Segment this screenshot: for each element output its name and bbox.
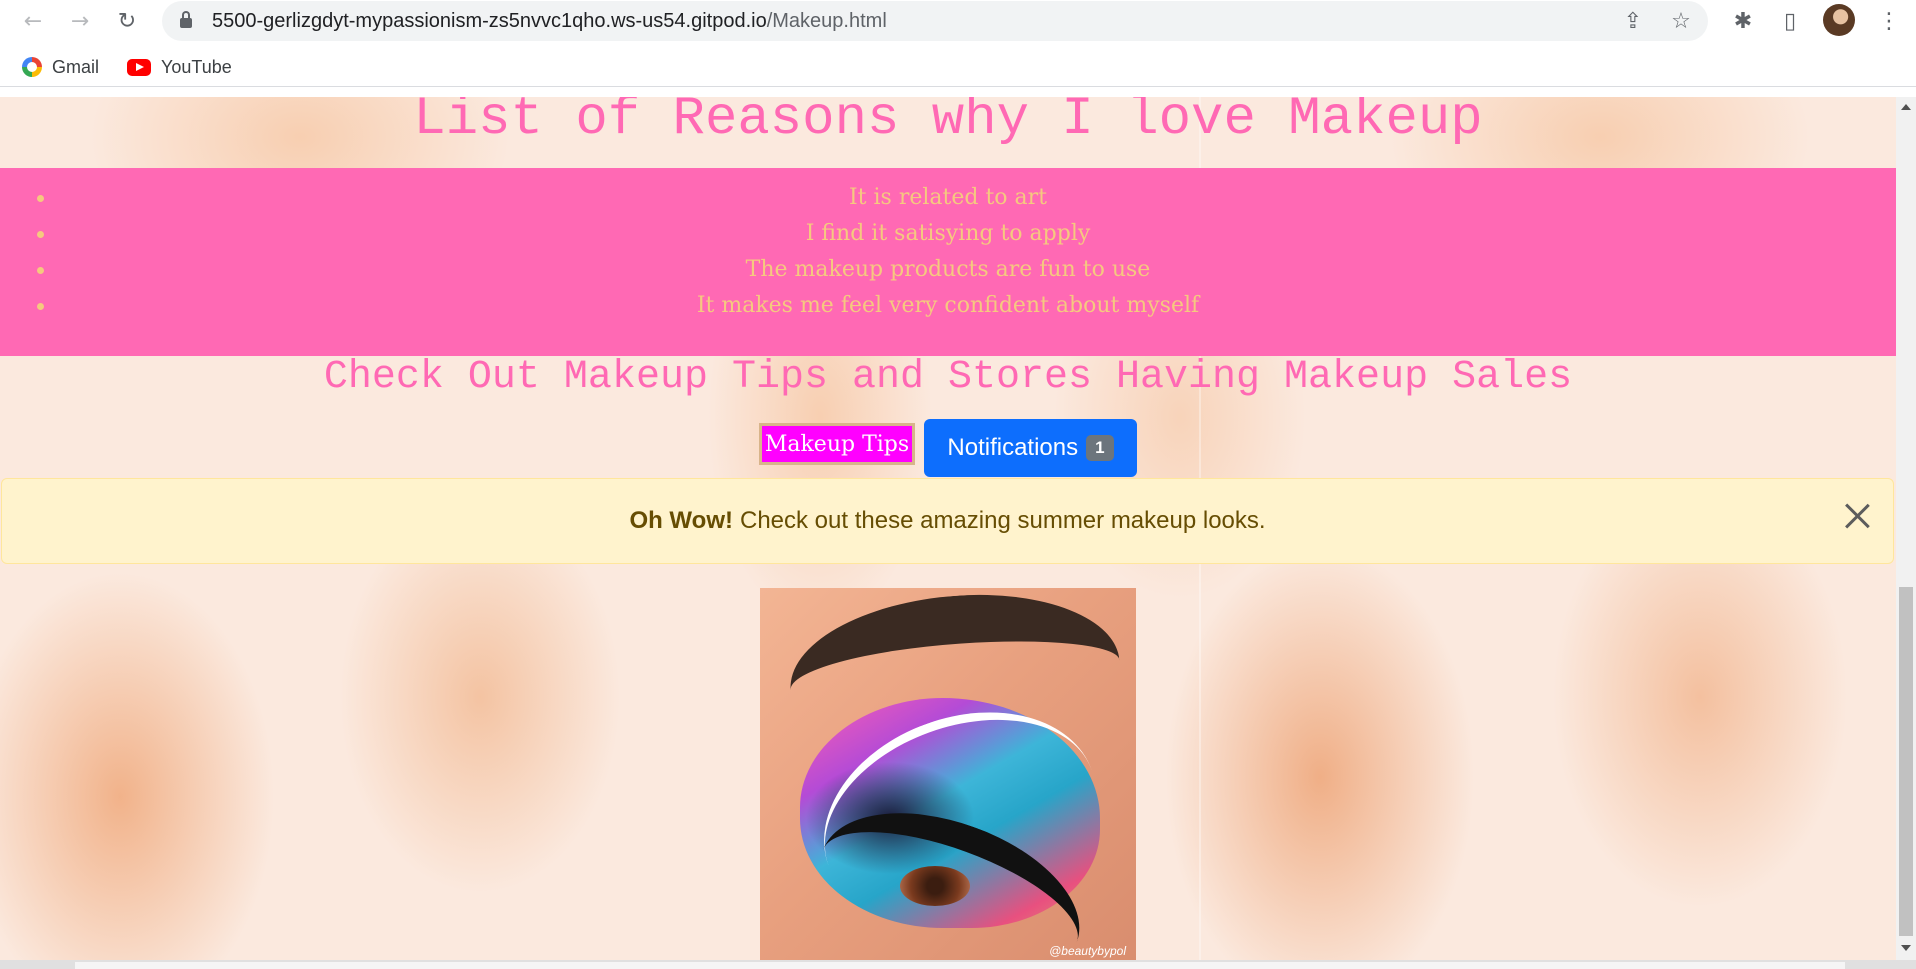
image-credit: @beautybypol xyxy=(1049,944,1126,958)
bookmark-youtube[interactable]: YouTube xyxy=(127,48,232,86)
side-panel-icon[interactable]: ▯ xyxy=(1775,6,1805,36)
notification-count-badge: 1 xyxy=(1086,435,1114,461)
list-item: I find it satisying to apply xyxy=(0,216,1896,252)
section-subtitle: Check Out Makeup Tips and Stores Having … xyxy=(323,355,1573,400)
bookmark-label: YouTube xyxy=(161,56,232,77)
url-path: /Makeup.html xyxy=(766,10,887,32)
reasons-list: It is related to art I find it satisying… xyxy=(0,168,1896,356)
alert-banner: Oh Wow! Check out these amazing summer m… xyxy=(1,478,1894,564)
bullet-icon xyxy=(37,195,44,202)
url-host: 5500-gerlizgdyt-mypassionism-zs5nvvc1qho… xyxy=(212,10,767,32)
list-item-text: The makeup products are fun to use xyxy=(745,257,1151,282)
bullet-icon xyxy=(37,231,44,238)
share-icon[interactable]: ⇪ xyxy=(1618,6,1648,36)
notifications-label: Notifications xyxy=(947,434,1079,461)
bullet-icon xyxy=(37,303,44,310)
youtube-icon xyxy=(127,58,151,76)
list-item-text: It is related to art xyxy=(848,185,1048,210)
menu-icon[interactable]: ⋮ xyxy=(1874,6,1904,36)
notifications-button[interactable]: Notifications 1 xyxy=(924,419,1137,477)
horizontal-scroll-thumb[interactable] xyxy=(75,962,1845,969)
browser-toolbar: ← → ↻ 5500-gerlizgdyt-mypassionism-zs5nv… xyxy=(0,0,1916,42)
page-viewport: List of Reasons why I love Makeup It is … xyxy=(0,97,1896,960)
scroll-up-arrow-icon[interactable] xyxy=(1901,104,1911,110)
google-icon xyxy=(22,57,42,77)
list-item: The makeup products are fun to use xyxy=(0,252,1896,288)
scroll-down-arrow-icon[interactable] xyxy=(1901,945,1911,951)
list-item-text: I find it satisying to apply xyxy=(805,221,1091,246)
forward-icon[interactable]: → xyxy=(65,6,95,36)
lock-icon[interactable] xyxy=(180,11,192,28)
back-icon[interactable]: ← xyxy=(18,6,48,36)
list-item: It is related to art xyxy=(0,180,1896,216)
alert-strong-text: Oh Wow! xyxy=(629,507,733,534)
reload-icon[interactable]: ↻ xyxy=(112,6,142,36)
address-bar[interactable]: 5500-gerlizgdyt-mypassionism-zs5nvvc1qho… xyxy=(162,1,1708,41)
vertical-scroll-thumb[interactable] xyxy=(1899,587,1913,936)
makeup-image: @beautybypol xyxy=(760,588,1136,960)
list-item: It makes me feel very confident about my… xyxy=(0,288,1896,324)
alert-text: Check out these amazing summer makeup lo… xyxy=(739,507,1266,534)
profile-avatar[interactable] xyxy=(1823,4,1855,36)
bookmark-label: Gmail xyxy=(52,56,100,77)
iris-shape xyxy=(900,866,970,906)
bookmark-gmail[interactable]: Gmail xyxy=(22,48,99,86)
close-icon[interactable] xyxy=(1842,500,1872,530)
star-icon[interactable]: ☆ xyxy=(1666,6,1696,36)
bullet-icon xyxy=(37,267,44,274)
page-title: List of Reasons why I love Makeup xyxy=(413,97,1483,150)
bookmarks-bar: Gmail YouTube xyxy=(0,48,1916,87)
makeup-tips-button[interactable]: Makeup Tips xyxy=(759,423,915,465)
list-item-text: It makes me feel very confident about my… xyxy=(696,293,1200,318)
extensions-icon[interactable]: ✱ xyxy=(1728,6,1758,36)
url-text[interactable]: 5500-gerlizgdyt-mypassionism-zs5nvvc1qho… xyxy=(212,1,887,41)
